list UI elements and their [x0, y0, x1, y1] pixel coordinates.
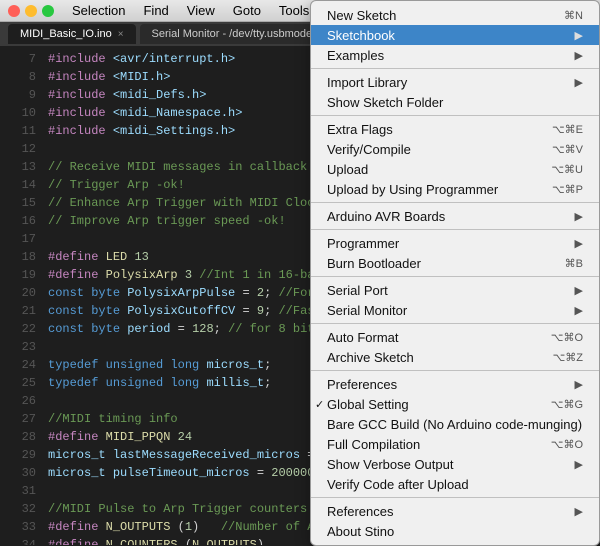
menu-serial-monitor[interactable]: Serial Monitor ▶ — [311, 300, 599, 320]
divider-5 — [311, 276, 599, 277]
menu-burn-bootloader[interactable]: Burn Bootloader ⌘B — [311, 253, 599, 273]
divider-4 — [311, 229, 599, 230]
tab-close-icon[interactable]: × — [118, 29, 124, 40]
divider-1 — [311, 68, 599, 69]
minimize-button[interactable] — [25, 5, 37, 17]
menu-programmer[interactable]: Programmer ▶ — [311, 233, 599, 253]
menu-archive-sketch[interactable]: Archive Sketch ⌥⌘Z — [311, 347, 599, 367]
menu-view[interactable]: View — [179, 1, 223, 20]
traffic-lights — [8, 5, 54, 17]
divider-6 — [311, 323, 599, 324]
menu-global-setting[interactable]: Global Setting ⌥⌘G — [311, 394, 599, 414]
menu-extra-flags[interactable]: Extra Flags ⌥⌘E — [311, 119, 599, 139]
tab-midi-basic[interactable]: MIDI_Basic_IO.ino × — [8, 24, 136, 44]
menu-find[interactable]: Find — [135, 1, 176, 20]
menu-bare-gcc-build[interactable]: Bare GCC Build (No Arduino code-munging) — [311, 414, 599, 434]
tab-label: MIDI_Basic_IO.ino — [20, 28, 112, 40]
menu-references[interactable]: References ▶ — [311, 501, 599, 521]
menu-sketchbook[interactable]: Sketchbook ▶ — [311, 25, 599, 45]
divider-3 — [311, 202, 599, 203]
menu-show-verbose-output[interactable]: Show Verbose Output ▶ — [311, 454, 599, 474]
menu-serial-port[interactable]: Serial Port ▶ — [311, 280, 599, 300]
divider-7 — [311, 370, 599, 371]
divider-2 — [311, 115, 599, 116]
menu-new-sketch[interactable]: New Sketch ⌘N — [311, 5, 599, 25]
menu-auto-format[interactable]: Auto Format ⌥⌘O — [311, 327, 599, 347]
menu-goto[interactable]: Goto — [225, 1, 269, 20]
menu-verify-code-after-upload[interactable]: Verify Code after Upload — [311, 474, 599, 494]
close-button[interactable] — [8, 5, 20, 17]
menu-verify-compile[interactable]: Verify/Compile ⌥⌘V — [311, 139, 599, 159]
menu-selection[interactable]: Selection — [64, 1, 133, 20]
menu-preferences[interactable]: Preferences ▶ — [311, 374, 599, 394]
menu-show-sketch-folder[interactable]: Show Sketch Folder — [311, 92, 599, 112]
maximize-button[interactable] — [42, 5, 54, 17]
menu-arduino-avr-boards[interactable]: Arduino AVR Boards ▶ — [311, 206, 599, 226]
menu-examples[interactable]: Examples ▶ — [311, 45, 599, 65]
menu-about-stino[interactable]: About Stino — [311, 521, 599, 541]
menu-full-compilation[interactable]: Full Compilation ⌥⌘O — [311, 434, 599, 454]
menu-upload-programmer[interactable]: Upload by Using Programmer ⌥⌘P — [311, 179, 599, 199]
arduino-dropdown-menu: New Sketch ⌘N Sketchbook ▶ Examples ▶ Im… — [310, 0, 600, 546]
menu-import-library[interactable]: Import Library ▶ — [311, 72, 599, 92]
divider-8 — [311, 497, 599, 498]
menu-upload[interactable]: Upload ⌥⌘U — [311, 159, 599, 179]
